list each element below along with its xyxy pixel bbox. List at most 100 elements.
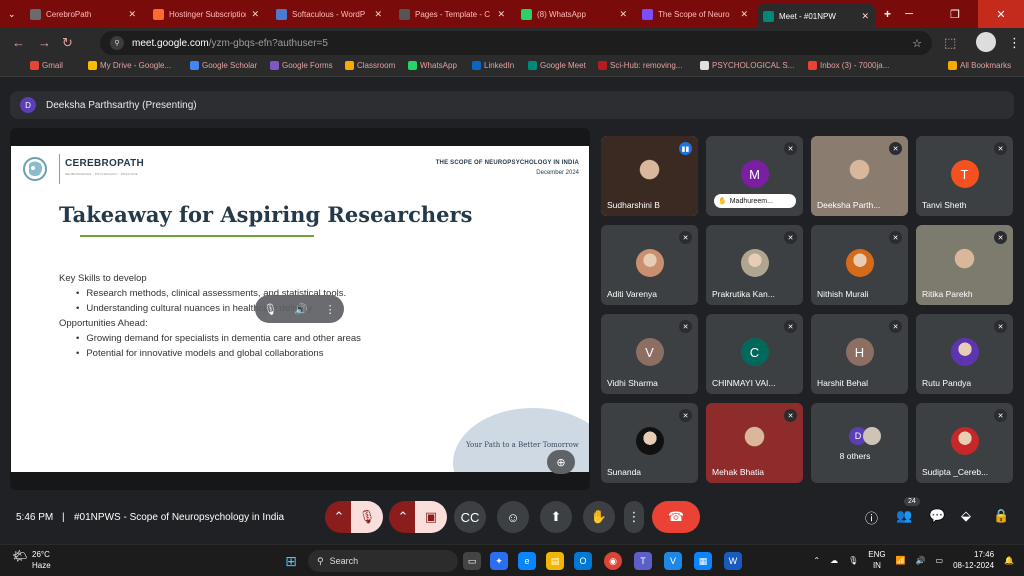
meeting-controls-bar: 5:46 PM | #01NPWS - Scope of Neuropsycho… [0,497,1024,541]
tab-close-icon[interactable]: ✕ [619,9,627,20]
reload-icon[interactable]: ↻ [62,35,73,51]
mic-toggle-button[interactable]: 🎙 [351,501,383,533]
bookmark-item[interactable]: Inbox (3) - 7000ja... [808,61,889,70]
word-icon[interactable]: W [724,552,742,570]
bookmark-item[interactable]: Classroom [345,61,395,70]
raise-hand-button[interactable]: ✋ [583,501,615,533]
bookmark-item[interactable]: Google Scholar [190,61,257,70]
profile-avatar[interactable] [976,32,996,52]
bookmark-item[interactable]: Sci-Hub: removing... [598,61,682,70]
bookmark-item[interactable]: PSYCHOLOGICAL S... [700,61,794,70]
minimize-button[interactable]: ─ [886,0,932,28]
participant-tile[interactable]: ✕ Deeksha Parth... [811,136,908,216]
bookmark-item[interactable]: All Bookmarks [948,61,1011,70]
mic-muted-icon: ✕ [679,409,692,422]
edge-icon[interactable]: e [518,552,536,570]
participant-tile[interactable]: ✕ Ritika Parekh [916,225,1013,305]
participant-tile[interactable]: C ✕ CHINMAYI VAI... [706,314,803,394]
participant-tile[interactable]: D8 others [811,403,908,483]
site-info-icon[interactable]: ⚲ [110,36,124,50]
mic-off-icon[interactable]: 🎙 [263,303,277,316]
host-controls-icon[interactable]: 🔒 [993,508,1009,524]
notification-icon[interactable]: 🔔 [1004,556,1014,565]
participant-name: Ritika Parekh [922,289,973,299]
maximize-button[interactable]: ❐ [932,0,978,28]
browser-tab[interactable]: Softaculous - WordP ✕ [270,3,388,25]
leave-call-button[interactable]: ☎ [652,501,700,533]
tab-search-button[interactable]: ⌄ [2,3,22,25]
bookmark-item[interactable]: LinkedIn [472,61,514,70]
browser-tab[interactable]: Meet - #01NPW ✕ [757,4,875,28]
language-indicator[interactable]: ENG IN [868,549,885,571]
close-window-button[interactable]: ✕ [978,0,1024,28]
people-icon[interactable]: 👥 [896,508,912,524]
participant-tile[interactable]: ✕ Sudipta _Cereb... [916,403,1013,483]
participant-tile[interactable]: ✕ Prakrutika Kan... [706,225,803,305]
more-options-icon[interactable]: ⋮ [325,303,336,316]
task-view-icon[interactable]: ▭ [463,552,481,570]
bookmark-star-icon[interactable]: ☆ [912,37,922,50]
chat-icon[interactable]: 💬 [929,508,945,524]
volume-icon[interactable]: 🔊 [294,303,308,316]
volume-icon[interactable]: 🔊 [916,556,926,565]
cloud-icon[interactable]: ☁ [830,556,838,565]
participant-tile[interactable]: ✕ Aditi Varenya [601,225,698,305]
participant-tile[interactable]: ✕ Rutu Pandya [916,314,1013,394]
bookmark-item[interactable]: My Drive - Google... [88,61,171,70]
microphone-icon[interactable]: 🎙 [848,556,858,565]
outlook-icon[interactable]: O [574,552,592,570]
tab-close-icon[interactable]: ✕ [497,9,505,20]
menu-icon[interactable]: ⋮ [1008,35,1021,51]
wifi-icon[interactable]: 📶 [896,556,906,565]
audio-options-button[interactable]: ⌃ [325,501,353,533]
windows-start-icon[interactable]: ⊞ [282,552,300,570]
taskbar-search[interactable]: ⚲ Search [308,550,458,572]
bookmark-item[interactable]: Google Meet [528,61,586,70]
participant-tile[interactable]: M ✕ ✋ Madhureem... [706,136,803,216]
zoom-button[interactable]: ⊕ [547,450,575,474]
participant-name: Tanvi Sheth [922,200,967,210]
present-button[interactable]: ⬆ [540,501,572,533]
chevron-up-icon[interactable]: ⌃ [813,556,820,565]
activities-icon[interactable]: ⬙ [961,508,971,524]
video-options-button[interactable]: ⌃ [389,501,417,533]
browser-tab[interactable]: CerebroPath ✕ [24,3,142,25]
more-options-button[interactable]: ⋮ [624,501,644,533]
teams-icon[interactable]: T [634,552,652,570]
browser-tab[interactable]: (8) WhatsApp ✕ [515,3,633,25]
tab-close-icon[interactable]: ✕ [128,9,136,20]
info-icon[interactable]: ⓘ [865,508,878,527]
participant-tile[interactable]: H ✕ Harshit Behal [811,314,908,394]
forward-icon[interactable]: → [38,35,51,50]
back-icon[interactable]: ← [12,35,25,50]
calculator-icon[interactable]: ▦ [694,552,712,570]
copilot-icon[interactable]: ✦ [490,552,508,570]
participant-tile[interactable]: ✕ Sunanda [601,403,698,483]
chrome-icon[interactable]: ◉ [604,552,622,570]
reactions-button[interactable]: ☺ [497,501,529,533]
address-bar[interactable]: ⚲ meet.google.com/yzm-gbqs-efn?authuser=… [100,31,932,55]
bookmark-item[interactable]: Gmail [30,61,63,70]
tab-close-icon[interactable]: ✕ [251,9,259,20]
participant-tile[interactable]: T ✕ Tanvi Sheth [916,136,1013,216]
browser-tab[interactable]: Hostinger Subscription ✕ [147,3,265,25]
participant-tile[interactable]: V ✕ Vidhi Sharma [601,314,698,394]
participant-tile[interactable]: ✕ Nithish Murali [811,225,908,305]
vpn-icon[interactable]: V [664,552,682,570]
bookmark-item[interactable]: WhatsApp [408,61,457,70]
tab-close-icon[interactable]: ✕ [374,9,382,20]
browser-tab[interactable]: The Scope of Neuro ✕ [636,3,754,25]
tab-close-icon[interactable]: ✕ [861,11,869,22]
participant-tile[interactable]: ▮▮ Sudharshini B [601,136,698,216]
file-explorer-icon[interactable]: ▤ [546,552,564,570]
clock[interactable]: 17:46 08-12-2024 [953,549,994,571]
browser-tab[interactable]: Pages - Template - C ✕ [393,3,511,25]
weather-widget[interactable]: 🌤 26°C Haze [12,549,51,571]
bookmark-item[interactable]: Google Forms [270,61,333,70]
battery-icon[interactable]: ▭ [936,556,944,565]
tab-close-icon[interactable]: ✕ [740,9,748,20]
extensions-icon[interactable]: ⬚ [944,35,956,51]
camera-toggle-button[interactable]: ▣ [415,501,447,533]
captions-button[interactable]: CC [454,501,486,533]
participant-tile[interactable]: ✕ Mehak Bhatia [706,403,803,483]
